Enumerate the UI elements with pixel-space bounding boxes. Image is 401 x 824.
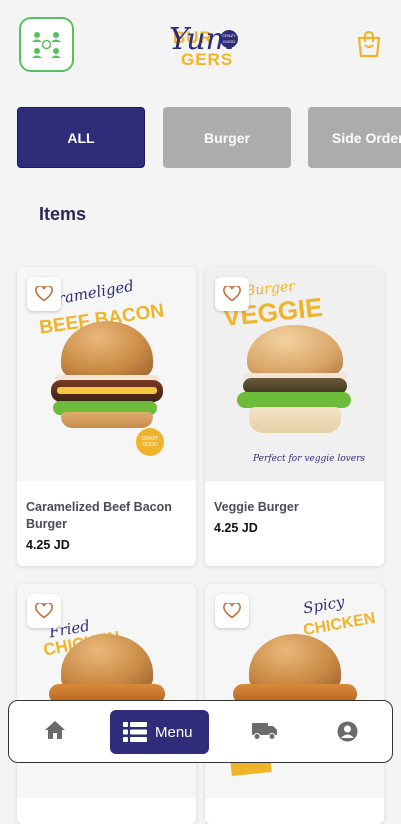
category-tab-side-order[interactable]: Side Order	[308, 107, 401, 168]
product-card[interactable]: Carameliged BEEF BACON CRAZY GOOD Carame…	[17, 267, 196, 566]
app-header: BUR GERS Yum CRAZY GOOD	[0, 0, 401, 95]
category-tab-label: Side Order	[332, 129, 401, 146]
favorite-button[interactable]	[27, 594, 61, 628]
logo-badge: CRAZY GOOD	[220, 30, 238, 48]
category-tab-burger[interactable]: Burger	[163, 107, 291, 168]
menu-tab-label: Menu	[155, 723, 193, 741]
menu-tab[interactable]: Menu	[110, 710, 209, 754]
product-name: Caramelized Beef Bacon Burger	[26, 500, 172, 531]
heart-icon	[35, 286, 53, 302]
menu-list-icon	[123, 722, 147, 742]
heart-icon	[35, 603, 53, 619]
user-icon[interactable]	[337, 721, 358, 742]
image-badge: CRAZY GOOD	[136, 428, 164, 456]
product-price: 4.25 JD	[26, 538, 70, 552]
favorite-button[interactable]	[27, 277, 61, 311]
section-title: Items	[39, 204, 87, 224]
category-tab-label: ALL	[67, 129, 95, 146]
product-price: 4.25 JD	[214, 521, 258, 535]
heart-icon	[223, 603, 241, 619]
category-tab-label: Burger	[204, 129, 250, 146]
image-script-text: Spicy	[301, 592, 346, 618]
home-icon[interactable]	[44, 720, 66, 740]
group-icon	[32, 32, 61, 58]
shopping-bag-icon[interactable]	[356, 30, 382, 58]
product-name: Veggie Burger	[214, 500, 299, 514]
product-card[interactable]: Burger VEGGIE Perfect for veggie lovers …	[205, 267, 384, 566]
favorite-button[interactable]	[215, 277, 249, 311]
category-tab-all[interactable]: ALL	[17, 107, 145, 168]
group-order-button[interactable]	[19, 17, 74, 72]
truck-icon[interactable]	[252, 722, 278, 740]
category-tabs: ALL Burger Side Order	[0, 107, 401, 169]
favorite-button[interactable]	[215, 594, 249, 628]
heart-icon	[223, 286, 241, 302]
image-caption: Perfect for veggie lovers	[253, 454, 365, 464]
bottom-navigation: Menu	[8, 700, 393, 763]
brand-logo[interactable]: BUR GERS Yum CRAZY GOOD	[163, 18, 243, 74]
